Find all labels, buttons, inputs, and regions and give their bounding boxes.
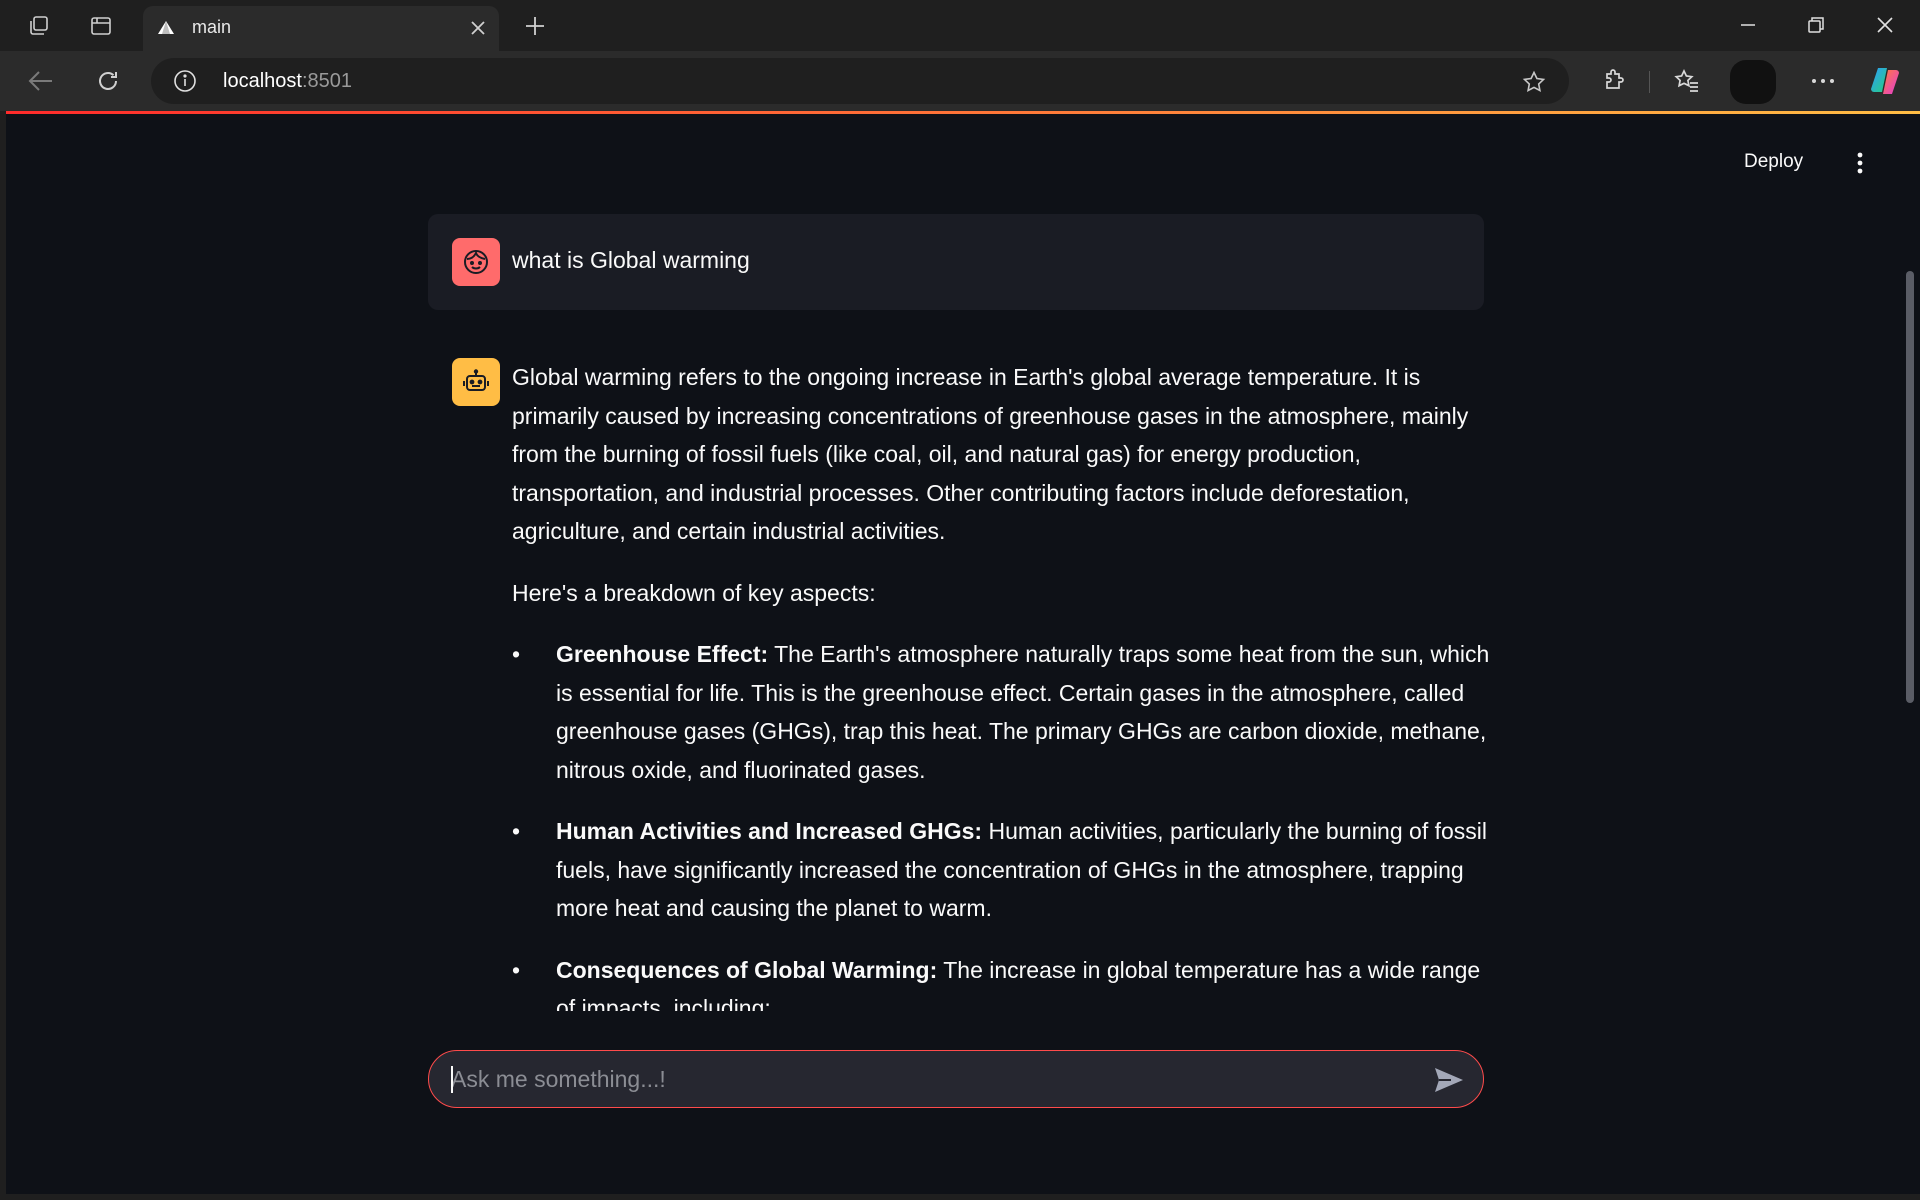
site-info-icon[interactable] [173, 69, 197, 93]
chat-input-box[interactable] [428, 1050, 1484, 1108]
restore-icon[interactable] [1788, 8, 1844, 42]
user-avatar-icon [452, 238, 500, 286]
tab-title: main [192, 17, 232, 37]
minimize-icon[interactable] [1720, 8, 1776, 42]
url-port: :8501 [301, 70, 352, 92]
favorite-star-icon[interactable] [1521, 69, 1547, 95]
url-host: localhost [223, 70, 302, 92]
app-viewport: Deploy what is Global warming Global war… [6, 111, 1920, 1194]
list-item: Human Activities and Increased GHGs: Hum… [512, 812, 1492, 928]
tab-actions-icon[interactable] [86, 11, 116, 41]
list-item-title: Human Activities and Increased GHGs: [556, 818, 983, 844]
user-message-text: what is Global warming [512, 247, 750, 273]
extensions-icon[interactable] [1597, 64, 1631, 98]
address-bar[interactable]: localhost:8501 [151, 58, 1569, 104]
deploy-button[interactable]: Deploy [1744, 151, 1803, 173]
browser-tab-bar: main [0, 0, 1920, 51]
assistant-avatar-icon [452, 358, 500, 406]
list-item: Greenhouse Effect: The Earth's atmospher… [512, 635, 1492, 789]
reload-icon[interactable] [91, 64, 125, 98]
favorites-icon[interactable] [1670, 64, 1704, 98]
streamlit-favicon-icon [155, 17, 177, 39]
browser-toolbar: localhost:8501 [0, 51, 1920, 111]
toolbar-separator [1649, 71, 1650, 93]
main-menu-icon[interactable] [1848, 150, 1872, 176]
window-bottom-border [0, 1194, 1920, 1200]
back-arrow-icon[interactable] [24, 64, 58, 98]
list-item-title: Consequences of Global Warming: [556, 956, 938, 983]
aspects-list: Greenhouse Effect: The Earth's atmospher… [512, 635, 1492, 1028]
close-window-icon[interactable] [1857, 8, 1913, 42]
more-options-icon[interactable] [1806, 64, 1840, 98]
new-tab-icon[interactable] [520, 11, 550, 41]
tab-close-icon[interactable] [465, 15, 491, 41]
workspaces-icon[interactable] [24, 11, 54, 41]
profile-avatar[interactable] [1730, 60, 1776, 104]
user-message: what is Global warming [428, 214, 1484, 310]
header-decoration-bar [6, 111, 1920, 114]
send-icon[interactable] [1433, 1065, 1465, 1095]
chat-input[interactable] [451, 1063, 1401, 1095]
copilot-icon[interactable] [1868, 64, 1902, 98]
text-caret [451, 1066, 453, 1093]
list-item-title: Greenhouse Effect: [556, 641, 769, 667]
tab-main[interactable]: main [143, 6, 499, 51]
url-text[interactable]: localhost:8501 [223, 70, 352, 93]
page-scrollbar[interactable] [1906, 271, 1914, 703]
assistant-message: Global warming refers to the ongoing inc… [512, 358, 1492, 1051]
assistant-paragraph: Global warming refers to the ongoing inc… [512, 364, 1469, 544]
assistant-paragraph: Here's a breakdown of key aspects: [512, 579, 876, 606]
